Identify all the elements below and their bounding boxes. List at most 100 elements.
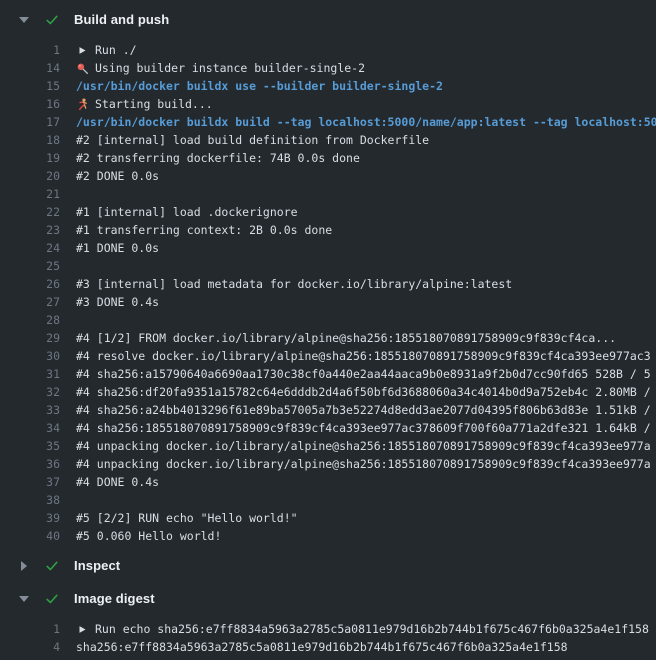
line-number[interactable]: 29 [0,329,60,347]
line-number[interactable]: 40 [0,527,60,545]
log-line: 22 #1 [internal] load .dockerignore [0,203,656,221]
log-line: 26 #3 [internal] load metadata for docke… [0,275,656,293]
line-text: #4 sha256:df20fa9351a15782c64e6dddb2d4a6… [76,383,656,401]
chevron-down-icon[interactable] [18,593,30,605]
log-line: 37 #4 DONE 0.4s [0,473,656,491]
line-number[interactable]: 18 [0,131,60,149]
line-number[interactable]: 1 [0,620,60,638]
section-header[interactable]: Inspect [0,549,656,582]
line-number[interactable]: 15 [0,77,60,95]
line-text: #4 unpacking docker.io/library/alpine@sh… [76,455,656,473]
log-line: 29 #4 [1/2] FROM docker.io/library/alpin… [0,329,656,347]
line-text: #4 [1/2] FROM docker.io/library/alpine@s… [76,329,656,347]
log-root: Build and push 1 Run ./ 14 Using builder… [0,3,656,660]
chevron-down-icon[interactable] [18,14,30,26]
line-number[interactable]: 28 [0,311,60,329]
line-text: #2 [internal] load build definition from… [76,131,656,149]
line-text: Using builder instance builder-single-2 [95,59,656,77]
line-number[interactable]: 39 [0,509,60,527]
log-section: Image digest 1 Run echo sha256:e7ff8834a… [0,582,656,660]
line-number[interactable]: 23 [0,221,60,239]
line-number[interactable]: 1 [0,41,60,59]
line-text: Run echo sha256:e7ff8834a5963a2785c5a081… [95,620,656,638]
log-line: 27 #3 DONE 0.4s [0,293,656,311]
log-line: 33 #4 sha256:a24bb4013296f61e89ba57005a7… [0,401,656,419]
line-number[interactable]: 25 [0,257,60,275]
line-number[interactable]: 30 [0,347,60,365]
line-text: sha256:e7ff8834a5963a2785c5a0811e979d16b… [76,638,656,656]
chevron-right-icon[interactable] [18,560,30,572]
log-line: 28 [0,311,656,329]
log-line: 31 #4 sha256:a15790640a6690aa1730c38cf0a… [0,365,656,383]
line-number[interactable]: 24 [0,239,60,257]
line-number[interactable]: 38 [0,491,60,509]
log-line: 14 Using builder instance builder-single… [0,59,656,77]
section-body: 1 Run ./ 14 Using builder instance build… [0,36,656,549]
line-text: #4 sha256:185518070891758909c9f839cf4ca3… [76,419,656,437]
line-text: Starting build... [95,95,656,113]
log-line: 35 #4 unpacking docker.io/library/alpine… [0,437,656,455]
line-number[interactable]: 14 [0,59,60,77]
line-number[interactable]: 35 [0,437,60,455]
line-number[interactable]: 17 [0,113,60,131]
line-text: /usr/bin/docker buildx use --builder bui… [76,77,656,95]
line-text: #4 unpacking docker.io/library/alpine@sh… [76,437,656,455]
line-number[interactable]: 26 [0,275,60,293]
log-line: 40 #5 0.060 Hello world! [0,527,656,545]
line-number[interactable]: 32 [0,383,60,401]
line-number[interactable]: 16 [0,95,60,113]
line-number[interactable]: 20 [0,167,60,185]
log-line: 24 #1 DONE 0.0s [0,239,656,257]
log-line: 4 sha256:e7ff8834a5963a2785c5a0811e979d1… [0,638,656,656]
check-icon [45,592,59,606]
line-number[interactable]: 31 [0,365,60,383]
log-line: 17 /usr/bin/docker buildx build --tag lo… [0,113,656,131]
log-line: 19 #2 transferring dockerfile: 74B 0.0s … [0,149,656,167]
runner-icon [76,98,89,111]
line-number[interactable]: 36 [0,455,60,473]
line-text: #4 sha256:a24bb4013296f61e89ba57005a7b3e… [76,401,656,419]
section-title: Inspect [74,558,120,573]
line-text: #5 [2/2] RUN echo "Hello world!" [76,509,656,527]
line-number[interactable]: 4 [0,638,60,656]
log-line: 21 [0,185,656,203]
line-number[interactable]: 34 [0,419,60,437]
line-text: #1 transferring context: 2B 0.0s done [76,221,656,239]
log-line: 20 #2 DONE 0.0s [0,167,656,185]
line-text: #5 0.060 Hello world! [76,527,656,545]
line-number[interactable]: 19 [0,149,60,167]
log-section: Build and push 1 Run ./ 14 Using builder… [0,3,656,549]
log-line: 15 /usr/bin/docker buildx use --builder … [0,77,656,95]
line-number[interactable]: 27 [0,293,60,311]
section-body: 1 Run echo sha256:e7ff8834a5963a2785c5a0… [0,615,656,660]
log-line: 30 #4 resolve docker.io/library/alpine@s… [0,347,656,365]
section-title: Build and push [74,12,169,27]
log-line: 32 #4 sha256:df20fa9351a15782c64e6dddb2d… [0,383,656,401]
log-line: 36 #4 unpacking docker.io/library/alpine… [0,455,656,473]
log-line: 16 Starting build... [0,95,656,113]
section-header[interactable]: Image digest [0,582,656,615]
play-icon[interactable] [76,44,89,57]
line-text: /usr/bin/docker buildx build --tag local… [76,113,656,131]
line-number[interactable]: 22 [0,203,60,221]
line-text: #3 [internal] load metadata for docker.i… [76,275,656,293]
section-title: Image digest [74,591,155,606]
check-icon [45,13,59,27]
line-text: Run ./ [95,41,656,59]
line-text: #2 transferring dockerfile: 74B 0.0s don… [76,149,656,167]
line-text: #3 DONE 0.4s [76,293,656,311]
log-line: 38 [0,491,656,509]
section-header[interactable]: Build and push [0,3,656,36]
line-text: #1 [internal] load .dockerignore [76,203,656,221]
line-number[interactable]: 33 [0,401,60,419]
log-line: 1 Run ./ [0,41,656,59]
log-line: 25 [0,257,656,275]
line-text: #4 resolve docker.io/library/alpine@sha2… [76,347,656,365]
log-line: 39 #5 [2/2] RUN echo "Hello world!" [0,509,656,527]
line-number[interactable]: 37 [0,473,60,491]
log-line: 23 #1 transferring context: 2B 0.0s done [0,221,656,239]
log-line: 18 #2 [internal] load build definition f… [0,131,656,149]
play-icon[interactable] [76,623,89,636]
line-text: #2 DONE 0.0s [76,167,656,185]
line-number[interactable]: 21 [0,185,60,203]
